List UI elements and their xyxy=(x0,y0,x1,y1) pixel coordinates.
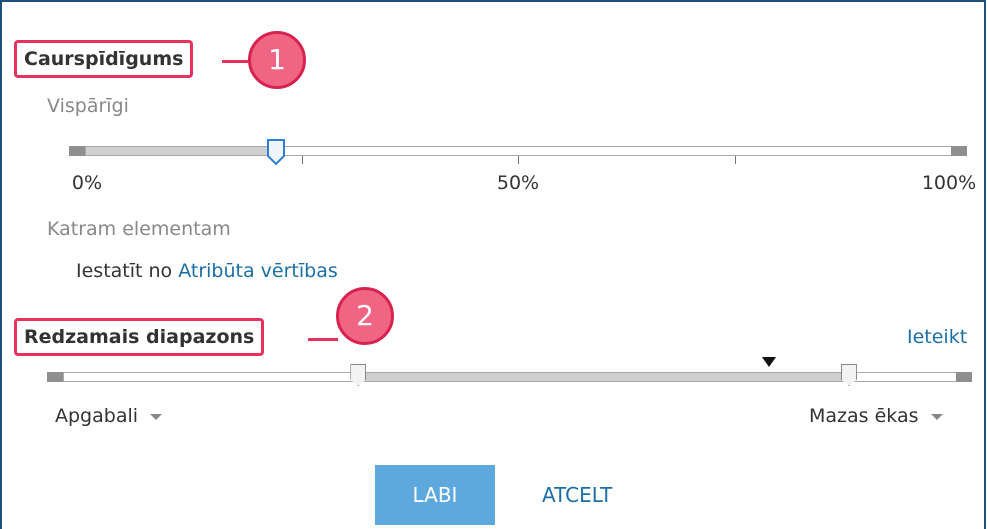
callout-2-badge: 2 xyxy=(336,287,394,345)
tick-label-0: 0% xyxy=(71,172,103,194)
transparency-slider-handle[interactable] xyxy=(266,138,286,166)
max-scale-dropdown[interactable]: Mazas ēkas xyxy=(809,405,943,427)
min-scale-label: Apgabali xyxy=(55,405,139,427)
slider-right-end xyxy=(951,146,967,156)
range-right-end xyxy=(956,372,972,382)
callout-1-connector xyxy=(222,60,250,63)
chevron-down-icon xyxy=(150,413,163,420)
visible-range-title: Redzamais diapazons xyxy=(14,318,265,356)
cancel-button[interactable]: ATCELT xyxy=(542,465,612,525)
ok-button[interactable]: LABI xyxy=(375,465,495,525)
max-scale-label: Mazas ēkas xyxy=(809,405,919,427)
tick-label-50: 50% xyxy=(496,172,540,194)
callout-1-badge: 1 xyxy=(248,31,306,89)
set-from-prefix: Iestatīt no xyxy=(76,260,173,282)
tick-75 xyxy=(735,156,736,164)
chevron-down-icon xyxy=(930,413,943,420)
per-feature-label: Katram elementam xyxy=(47,218,231,240)
set-from-attribute: Iestatīt no Atribūta vērtības xyxy=(76,260,338,282)
set-visible-range-link[interactable]: Ieteikt xyxy=(907,326,967,348)
tick-25 xyxy=(302,156,303,164)
slider-left-end xyxy=(69,146,85,156)
current-scale-marker xyxy=(761,357,776,367)
callout-2-connector xyxy=(308,338,338,341)
tick-label-100: 100% xyxy=(921,172,977,194)
tick-50 xyxy=(518,156,519,164)
visible-range-fill xyxy=(358,373,849,381)
range-left-end xyxy=(47,372,63,382)
transparency-title: Caurspīdīgums xyxy=(14,40,194,78)
transparency-slider-fill xyxy=(86,147,277,155)
general-label: Vispārīgi xyxy=(47,95,129,117)
attribute-values-link[interactable]: Atribūta vērtības xyxy=(178,260,338,282)
min-scale-dropdown[interactable]: Apgabali xyxy=(55,405,163,427)
